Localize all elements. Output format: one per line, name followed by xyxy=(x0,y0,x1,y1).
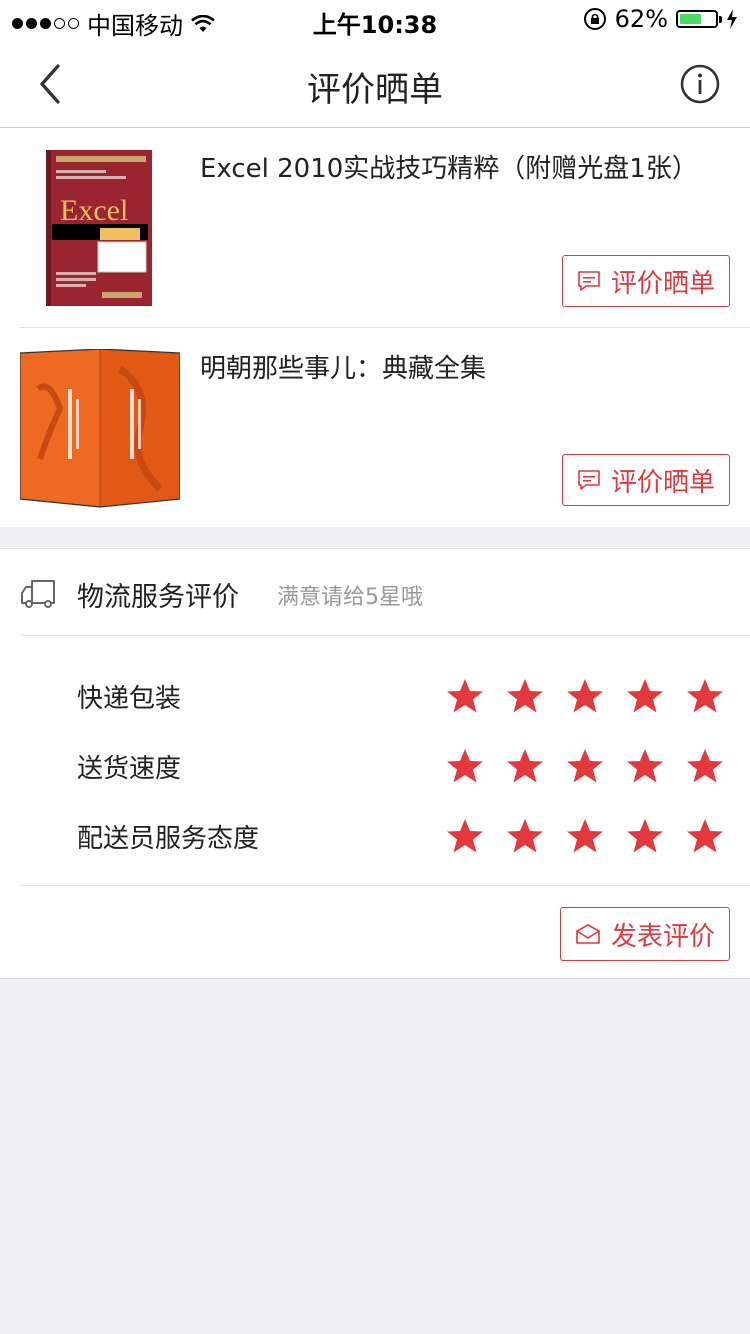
star-icon[interactable] xyxy=(445,816,505,856)
review-button-label: 评价晒单 xyxy=(610,467,715,498)
review-button[interactable]: 评价晒单 xyxy=(562,454,730,506)
criteria-row-packaging: 快递包装 xyxy=(0,666,750,736)
product-list: Excel Excel 2010实战技巧精粹（附赠光盘1张） 评价晒单 评价晒单… xyxy=(0,128,750,527)
comment-icon xyxy=(578,271,600,291)
criteria-label: 送货速度 xyxy=(77,754,182,784)
submit-review-button[interactable]: 发表评价 xyxy=(560,907,730,961)
logistics-rating-section: 物流服务评价 满意请给5星哦 快递包装 送货速度 配送员服务态度 发表评价 xyxy=(0,548,750,979)
info-icon[interactable] xyxy=(680,64,720,104)
product-row: Excel Excel 2010实战技巧精粹（附赠光盘1张） 评价晒单 xyxy=(0,128,750,328)
criteria-label: 配送员服务态度 xyxy=(77,824,260,854)
star-rating[interactable] xyxy=(445,746,745,786)
star-icon[interactable] xyxy=(565,676,625,716)
battery-percent: 62% xyxy=(614,5,668,33)
star-icon[interactable] xyxy=(625,746,685,786)
review-button[interactable]: 评价晒单 xyxy=(562,255,730,307)
star-icon[interactable] xyxy=(445,746,505,786)
product-title[interactable]: 明朝那些事儿：典藏全集 xyxy=(200,348,486,385)
logistics-hint: 满意请给5星哦 xyxy=(277,585,423,610)
star-icon[interactable] xyxy=(625,676,685,716)
review-button-label: 评价晒单 xyxy=(610,268,715,299)
divider xyxy=(20,885,750,886)
criteria-label: 快递包装 xyxy=(77,684,182,714)
truck-icon xyxy=(21,580,55,608)
book-cover-ming[interactable] xyxy=(20,349,180,508)
svg-text:Excel: Excel xyxy=(60,194,128,227)
nav-bar: 评价晒单 xyxy=(0,40,750,128)
comment-icon xyxy=(578,470,600,490)
book-cover-excel[interactable]: Excel xyxy=(46,150,152,306)
star-icon[interactable] xyxy=(625,816,685,856)
criteria-row-speed: 送货速度 xyxy=(0,736,750,806)
battery-icon xyxy=(676,10,722,28)
status-bar: 中国移动 上午10:38 62% xyxy=(0,0,750,40)
page-title: 评价晒单 xyxy=(307,70,443,110)
logistics-header: 物流服务评价 满意请给5星哦 xyxy=(0,549,750,636)
star-icon[interactable] xyxy=(685,816,745,856)
divider xyxy=(20,635,750,636)
product-title[interactable]: Excel 2010实战技巧精粹（附赠光盘1张） xyxy=(200,148,698,185)
star-icon[interactable] xyxy=(565,746,625,786)
rotation-lock-icon xyxy=(583,8,606,30)
star-icon[interactable] xyxy=(445,676,505,716)
star-icon[interactable] xyxy=(565,816,625,856)
star-rating[interactable] xyxy=(445,816,745,856)
star-rating[interactable] xyxy=(445,676,745,716)
star-icon[interactable] xyxy=(685,676,745,716)
criteria-row-courier: 配送员服务态度 xyxy=(0,806,750,876)
status-right: 62% xyxy=(583,5,738,33)
charging-icon xyxy=(727,9,737,29)
star-icon[interactable] xyxy=(505,816,565,856)
envelope-icon xyxy=(576,924,600,944)
star-icon[interactable] xyxy=(685,746,745,786)
submit-review-label: 发表评价 xyxy=(610,921,715,952)
logistics-title: 物流服务评价 xyxy=(77,582,239,613)
star-icon[interactable] xyxy=(505,746,565,786)
battery-level xyxy=(680,14,702,24)
star-icon[interactable] xyxy=(505,676,565,716)
